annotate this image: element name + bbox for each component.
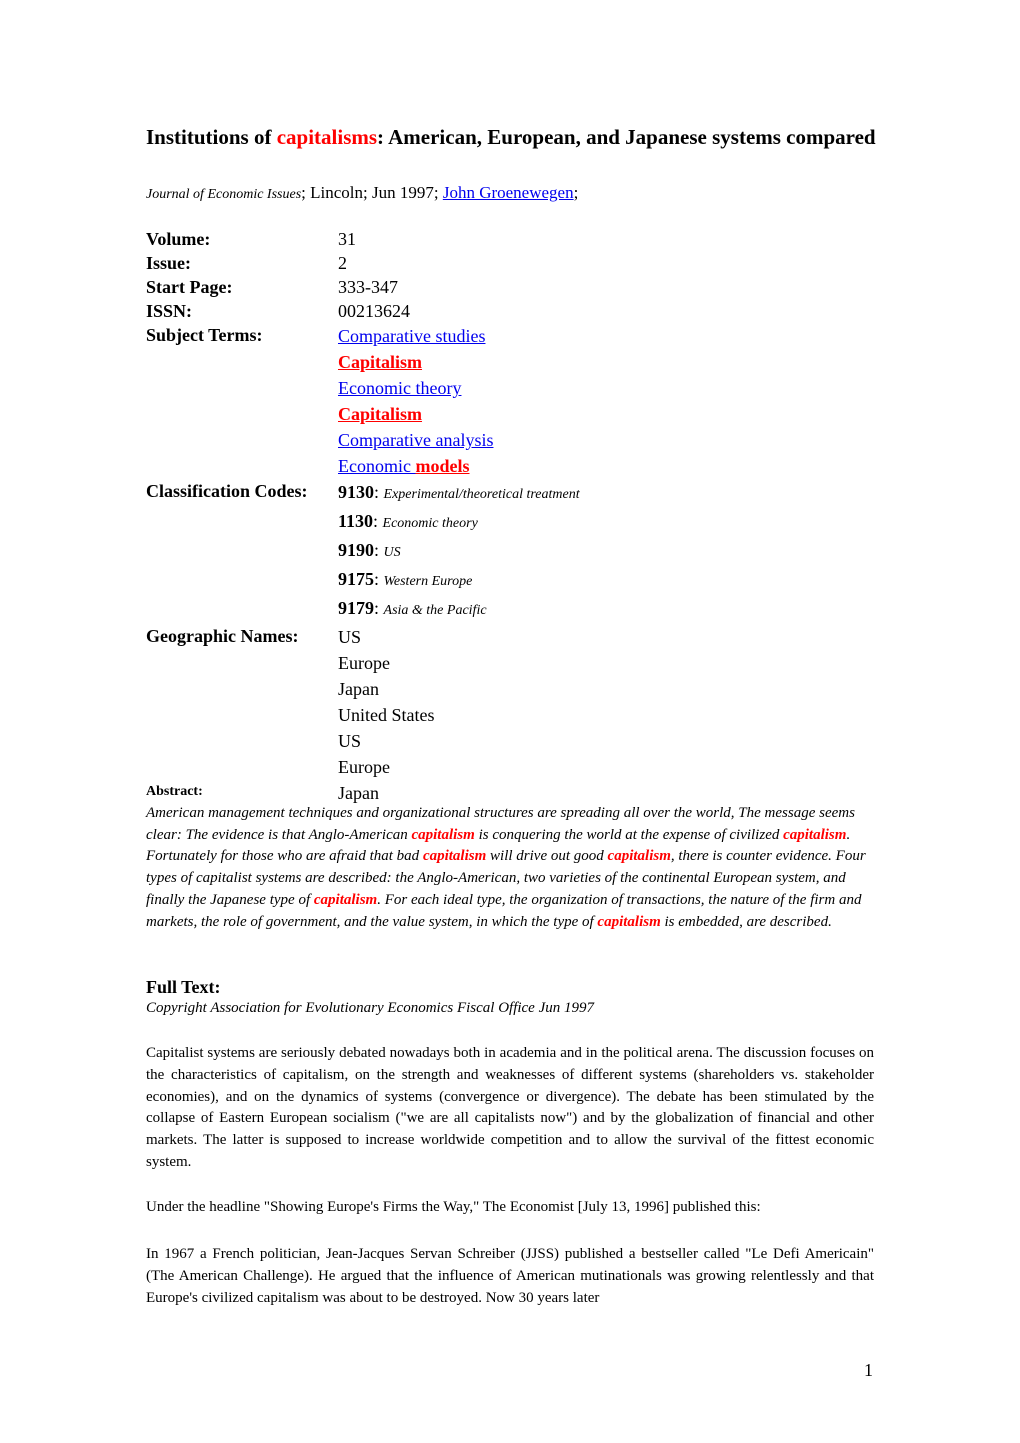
title-suffix: : American, European, and Japanese syste… bbox=[377, 125, 876, 149]
issue-label: Issue: bbox=[146, 253, 192, 273]
subject-terms-list: Comparative studies Capitalism Economic … bbox=[338, 323, 493, 479]
geographic-name: Europe bbox=[338, 653, 390, 673]
article-title: Institutions of capitalisms: American, E… bbox=[146, 122, 876, 152]
subject-term-link[interactable]: Capitalism bbox=[338, 404, 422, 424]
subject-term-link[interactable]: Economic theory bbox=[338, 378, 461, 398]
classification-code: 9130: Experimental/theoretical treatment bbox=[338, 482, 580, 502]
geographic-names-list: US Europe Japan United States US Europe … bbox=[338, 624, 435, 806]
body-paragraph: In 1967 a French politician, Jean-Jacque… bbox=[146, 1246, 874, 1306]
geographic-name: United States bbox=[338, 705, 435, 725]
highlight-term: capitalism bbox=[597, 913, 661, 930]
highlight-term: capitalism bbox=[607, 848, 671, 865]
subject-term-link[interactable]: Comparative studies bbox=[338, 326, 485, 346]
page-number: 1 bbox=[864, 1360, 873, 1380]
highlight-term: capitalism bbox=[411, 826, 475, 843]
classification-code: 9190: US bbox=[338, 540, 401, 560]
metadata-block: Volume: 31 Issue: 2 Start Page: 333-347 … bbox=[146, 227, 876, 806]
full-text-heading: Full Text: bbox=[146, 977, 221, 997]
volume-row: Volume: 31 bbox=[146, 227, 876, 251]
issue-row: Issue: 2 bbox=[146, 251, 876, 275]
copyright-line: Copyright Association for Evolutionary E… bbox=[146, 1000, 595, 1016]
author-link[interactable]: John Groenewegen bbox=[443, 183, 574, 202]
geographic-names-row: Geographic Names: US Europe Japan United… bbox=[146, 624, 876, 806]
highlight-term: capitalism bbox=[313, 891, 378, 908]
abstract-text: American management techniques and organ… bbox=[146, 805, 866, 930]
subject-term-link[interactable]: Comparative analysis bbox=[338, 430, 493, 450]
geographic-name: US bbox=[338, 627, 362, 647]
geographic-name: US bbox=[338, 731, 362, 751]
classification-code: 1130: Economic theory bbox=[338, 511, 478, 531]
subject-terms-row: Subject Terms: Comparative studies Capit… bbox=[146, 323, 876, 479]
byline-end: ; bbox=[573, 183, 579, 202]
issue-value: 2 bbox=[338, 253, 347, 273]
start-page-label: Start Page: bbox=[146, 277, 233, 297]
highlight-term: capitalism bbox=[422, 848, 487, 865]
classification-code: 9175: Western Europe bbox=[338, 569, 473, 589]
classification-codes-row: Classification Codes: 9130: Experimental… bbox=[146, 479, 876, 624]
classification-codes-label: Classification Codes: bbox=[146, 481, 308, 501]
start-page-row: Start Page: 333-347 bbox=[146, 275, 876, 299]
start-page-value: 333-347 bbox=[338, 277, 398, 297]
byline-separator: ; Lincoln; Jun 1997; bbox=[301, 183, 443, 202]
issn-label: ISSN: bbox=[146, 301, 193, 321]
issn-value: 00213624 bbox=[338, 301, 410, 321]
geographic-name: Japan bbox=[338, 679, 379, 699]
abstract-heading: Abstract: bbox=[146, 784, 203, 799]
subject-term-highlight: models bbox=[415, 456, 470, 476]
subject-term-text: Economic bbox=[338, 456, 416, 476]
body-paragraph: Capitalist systems are seriously debated… bbox=[146, 1045, 874, 1170]
classification-codes-list: 9130: Experimental/theoretical treatment… bbox=[338, 479, 580, 624]
issn-row: ISSN: 00213624 bbox=[146, 299, 876, 323]
volume-label: Volume: bbox=[146, 229, 211, 249]
subject-terms-label: Subject Terms: bbox=[146, 325, 263, 345]
geographic-names-label: Geographic Names: bbox=[146, 626, 299, 646]
subject-term-link[interactable]: Economic models bbox=[338, 456, 469, 476]
article-byline: Journal of Economic Issues; Lincoln; Jun… bbox=[146, 181, 578, 207]
highlight-term: capitalism bbox=[783, 826, 847, 843]
classification-code: 9179: Asia & the Pacific bbox=[338, 598, 487, 618]
volume-value: 31 bbox=[338, 229, 356, 249]
body-paragraph: Under the headline "Showing Europe's Fir… bbox=[146, 1199, 761, 1215]
title-prefix: Institutions of bbox=[146, 125, 277, 149]
journal-name: Journal of Economic Issues bbox=[146, 187, 302, 202]
geographic-name: Europe bbox=[338, 757, 390, 777]
title-highlight: capitalisms bbox=[276, 125, 378, 149]
subject-term-link[interactable]: Capitalism bbox=[338, 352, 422, 372]
